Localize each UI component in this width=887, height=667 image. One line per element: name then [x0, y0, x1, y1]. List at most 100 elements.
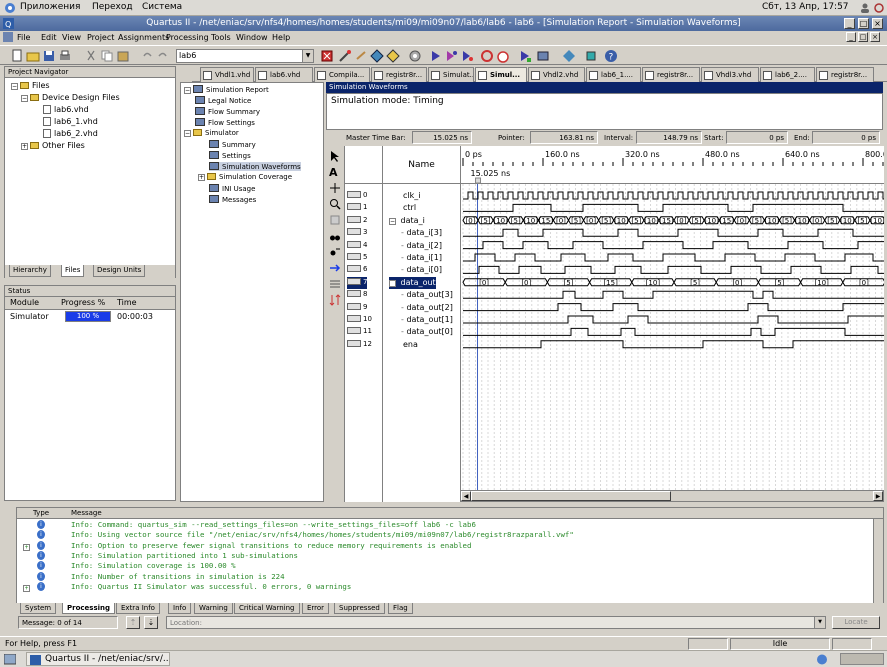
tab-lab6[interactable]: lab6.vhd: [255, 67, 313, 82]
signal-name-4[interactable]: - data_i[2]: [401, 240, 442, 252]
waveform-canvas[interactable]: 0 ps 160.0 ns 320.0 ns 480.0 ns 640.0 ns 800.…: [461, 146, 884, 490]
message-row[interactable]: + i Info: Quartus II Simulator was success…: [17, 581, 867, 592]
msg-tab-processing[interactable]: Processing: [62, 603, 116, 614]
collapse-icon[interactable]: −: [184, 130, 191, 137]
doc-restore-button[interactable]: □: [858, 32, 868, 42]
menu-view[interactable]: View: [62, 33, 81, 42]
waveform-view[interactable]: 0 ps 160.0 ns 320.0 ns 480.0 ns 640.0 ns 800.…: [460, 146, 884, 490]
paste-icon[interactable]: [116, 49, 130, 63]
next-message-icon[interactable]: ⇣: [144, 616, 158, 629]
msg-tab-warning[interactable]: Warning: [194, 603, 233, 614]
tab-files[interactable]: Files: [61, 265, 85, 277]
menu-applications[interactable]: Приложения: [20, 2, 80, 12]
tree-summary[interactable]: Summary: [209, 140, 256, 149]
signal-name-11[interactable]: - data_out[0]: [401, 326, 453, 338]
locate-button[interactable]: Locate: [832, 616, 880, 629]
tab-lab6-2[interactable]: lab6_2....: [760, 67, 815, 82]
tab-compilation[interactable]: Compila...: [314, 67, 370, 82]
location-dropdown-icon[interactable]: ▼: [814, 616, 826, 629]
tab-lab6-1[interactable]: lab6_1....: [586, 67, 641, 82]
chip-planner-icon[interactable]: [370, 49, 384, 63]
project-select[interactable]: lab6 ▼: [176, 49, 314, 63]
tab-registr8r-2[interactable]: registr8r...: [642, 67, 700, 82]
scroll-left-icon[interactable]: ◀: [461, 491, 471, 501]
msg-tab-extra-info[interactable]: Extra Info: [116, 603, 160, 614]
signal-name-0[interactable]: clk_i: [403, 190, 420, 202]
new-file-icon[interactable]: [10, 49, 24, 63]
maximize-button[interactable]: □: [858, 18, 869, 29]
open-folder-icon[interactable]: [26, 49, 40, 63]
tab-simulat[interactable]: Simulat...: [428, 67, 474, 82]
copy-icon[interactable]: [100, 49, 114, 63]
doc-close-button[interactable]: ×: [870, 32, 880, 42]
menu-file[interactable]: File: [17, 33, 30, 42]
signal-name-6[interactable]: - data_i[0]: [401, 264, 442, 276]
tree-simulation-report[interactable]: − Simulation Report: [184, 85, 269, 94]
netlist-icon[interactable]: [562, 49, 576, 63]
signal-id-11[interactable]: 11: [347, 326, 372, 338]
clock[interactable]: Сбт, 13 Апр, 17:57: [762, 2, 849, 12]
assignment-editor-icon[interactable]: [354, 49, 368, 63]
text-tool-icon[interactable]: A: [329, 166, 338, 179]
timer-icon[interactable]: [496, 49, 510, 63]
power-icon[interactable]: [874, 3, 884, 16]
tree-other-files[interactable]: + Other Files: [21, 141, 85, 150]
msg-tab-error[interactable]: Error: [302, 603, 330, 614]
help-icon[interactable]: ?: [604, 49, 618, 63]
menu-tools[interactable]: Tools: [211, 33, 231, 42]
zoom-icon[interactable]: [329, 198, 341, 212]
signal-name-3[interactable]: - data_i[3]: [401, 227, 442, 239]
timing-icon[interactable]: [386, 49, 400, 63]
fullscreen-icon[interactable]: [329, 214, 341, 228]
user-icon[interactable]: [860, 3, 870, 16]
doc-icon[interactable]: [3, 32, 13, 44]
tree-flow-settings[interactable]: Flow Settings: [195, 118, 255, 127]
print-icon[interactable]: [58, 49, 72, 63]
arrow-right-icon[interactable]: [329, 262, 341, 276]
msg-tab-critical-warning[interactable]: Critical Warning: [234, 603, 300, 614]
window-titlebar[interactable]: Q Quartus II - /net/eniac/srv/nfs4/homes…: [0, 16, 887, 31]
menu-assignments[interactable]: Assignments: [118, 33, 169, 42]
timing-analyzer-icon[interactable]: [460, 49, 474, 63]
tree-files-root[interactable]: − Files: [11, 81, 50, 90]
signal-id-4[interactable]: 4: [347, 240, 367, 252]
tab-simulation-waveforms[interactable]: Simul...: [475, 67, 527, 82]
signal-id-0[interactable]: 0: [347, 190, 367, 202]
signal-id-7[interactable]: 7: [347, 276, 368, 289]
signal-id-9[interactable]: 9: [347, 302, 367, 314]
tree-flow-summary[interactable]: Flow Summary: [195, 107, 260, 116]
expand-icon[interactable]: +: [198, 174, 205, 181]
sort-icon[interactable]: [329, 294, 341, 308]
tab-hierarchy[interactable]: Hierarchy: [9, 265, 51, 277]
signal-id-5[interactable]: 5: [347, 252, 367, 264]
message-row[interactable]: i Info: Simulation partitioned into 1 sub…: [17, 550, 867, 561]
signal-id-8[interactable]: 8: [347, 289, 367, 301]
tree-file-lab6[interactable]: lab6.vhd: [43, 105, 89, 114]
signal-name-12[interactable]: ena: [403, 339, 418, 351]
scrollbar-thumb[interactable]: [471, 491, 671, 501]
signal-id-6[interactable]: 6: [347, 264, 367, 276]
tab-vhdl3[interactable]: Vhdl3.vhd: [701, 67, 759, 82]
show-desktop-icon[interactable]: [3, 653, 17, 667]
tree-simulation-waveforms[interactable]: Simulation Waveforms: [209, 162, 301, 171]
simulator-icon[interactable]: [518, 49, 532, 63]
doc-minimize-button[interactable]: _: [846, 32, 856, 42]
tree-simulation-coverage[interactable]: + Simulation Coverage: [198, 173, 292, 181]
signal-name-5[interactable]: - data_i[1]: [401, 252, 442, 264]
message-row[interactable]: + i Info: Option to preserve fewer signal …: [17, 540, 867, 551]
project-settings-icon[interactable]: [320, 49, 334, 63]
undo-icon[interactable]: [140, 49, 154, 63]
signal-id-12[interactable]: 12: [347, 339, 372, 351]
pin-planner-icon[interactable]: [338, 49, 352, 63]
waveform-horizontal-scrollbar[interactable]: ◀ ▶: [460, 490, 884, 502]
tab-design-units[interactable]: Design Units: [93, 265, 146, 277]
signal-name-1[interactable]: ctrl: [403, 202, 416, 214]
minimize-button[interactable]: _: [844, 18, 855, 29]
msg-tab-info[interactable]: Info: [168, 603, 192, 614]
close-button[interactable]: ×: [872, 18, 883, 29]
cut-icon[interactable]: [84, 49, 98, 63]
tree-legal-notice[interactable]: Legal Notice: [195, 96, 251, 105]
chevron-down-icon[interactable]: ▼: [302, 50, 313, 62]
replace-icon[interactable]: [329, 246, 341, 260]
menu-processing[interactable]: Processing: [166, 33, 209, 42]
